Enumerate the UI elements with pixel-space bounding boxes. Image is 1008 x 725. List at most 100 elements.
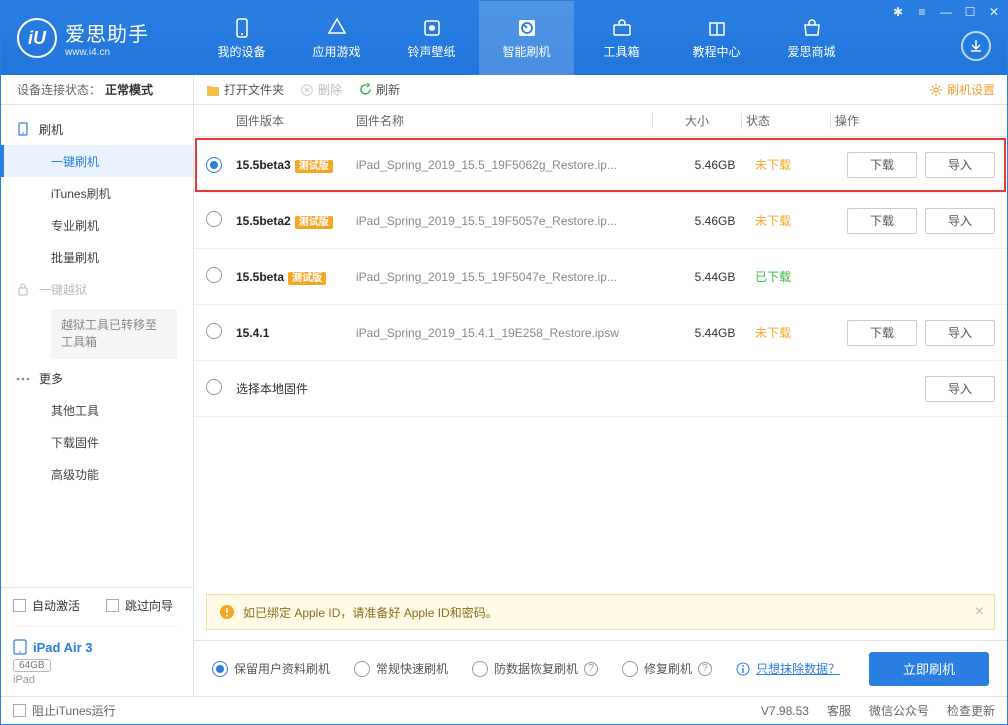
sidebar-item-pro[interactable]: 专业刷机	[1, 209, 193, 241]
more-icon	[15, 371, 31, 387]
import-button[interactable]: 导入	[925, 208, 995, 234]
opt-anti-recovery[interactable]: 防数据恢复刷机 ?	[472, 660, 598, 677]
local-firmware-row[interactable]: 选择本地固件 导入	[194, 361, 1007, 417]
col-name: 固件名称	[356, 112, 648, 129]
tutorials-icon	[706, 17, 728, 39]
opt-repair[interactable]: 修复刷机 ?	[622, 660, 712, 677]
fw-size: 5.46GB	[675, 214, 755, 228]
sidebar-header-more[interactable]: 更多	[1, 363, 193, 395]
opt-normal-radio[interactable]	[354, 661, 370, 677]
nav-tab-apps-games[interactable]: 应用游戏	[289, 1, 384, 75]
help-icon[interactable]: ?	[584, 662, 598, 676]
firmware-row[interactable]: 15.4.1iPad_Spring_2019_15.4.1_19E258_Res…	[194, 305, 1007, 361]
notice-close-button[interactable]: ×	[975, 603, 984, 621]
import-button[interactable]: 导入	[925, 320, 995, 346]
help-icon[interactable]: ?	[698, 662, 712, 676]
block-itunes-checkbox[interactable]	[13, 704, 26, 717]
firmware-row[interactable]: 15.5beta3测试版iPad_Spring_2019_15.5_19F506…	[194, 137, 1007, 193]
sidebar-header-flash[interactable]: 刷机	[1, 113, 193, 145]
fw-size: 5.44GB	[675, 270, 755, 284]
sidebar-item-advanced[interactable]: 高级功能	[1, 459, 193, 491]
fw-status: 未下载	[755, 212, 835, 229]
local-fw-radio[interactable]	[206, 379, 222, 395]
download-manager-button[interactable]	[961, 31, 991, 61]
local-fw-label: 选择本地固件	[236, 380, 835, 397]
sidebar-item-itunes[interactable]: iTunes刷机	[1, 177, 193, 209]
sidebar-item-other-tools[interactable]: 其他工具	[1, 395, 193, 427]
fw-filename: iPad_Spring_2019_15.4.1_19E258_Restore.i…	[356, 326, 675, 340]
col-version: 固件版本	[236, 112, 356, 129]
col-actions: 操作	[835, 112, 995, 129]
beta-badge: 测试版	[295, 216, 333, 229]
fw-status: 已下载	[755, 268, 835, 285]
nav-tab-smart-flash[interactable]: 智能刷机	[479, 1, 574, 75]
skip-guide-checkbox[interactable]	[106, 599, 119, 612]
import-local-button[interactable]: 导入	[925, 376, 995, 402]
nav-tab-toolbox[interactable]: 工具箱	[574, 1, 669, 75]
connection-status: 设备连接状态：正常模式	[1, 75, 193, 105]
folder-icon	[206, 83, 220, 97]
open-folder-button[interactable]: 打开文件夹	[206, 81, 284, 98]
store-icon	[801, 17, 823, 39]
download-button[interactable]: 下载	[847, 320, 917, 346]
firmware-radio[interactable]	[206, 323, 222, 339]
firmware-radio[interactable]	[206, 211, 222, 227]
menu-icon[interactable]: ≡	[915, 5, 929, 19]
opt-anti-radio[interactable]	[472, 661, 488, 677]
nav-tab-ringtones[interactable]: 铃声壁纸	[384, 1, 479, 75]
logo: iU 爱思助手 www.i4.cn	[1, 18, 194, 58]
check-update-link[interactable]: 检查更新	[947, 702, 995, 719]
fw-version: 15.5beta3测试版	[236, 157, 356, 172]
fw-filename: iPad_Spring_2019_15.5_19F5057e_Restore.i…	[356, 214, 675, 228]
erase-only-link[interactable]: 只想抹除数据？	[736, 660, 840, 677]
auto-activate-label: 自动激活	[32, 597, 80, 614]
import-button[interactable]: 导入	[925, 152, 995, 178]
nav-tab-my-device[interactable]: 我的设备	[194, 1, 289, 75]
warning-icon	[219, 604, 235, 620]
gear-icon	[929, 83, 943, 97]
status-bar: 阻止iTunes运行 V7.98.53 客服 微信公众号 检查更新	[1, 696, 1007, 724]
toolbar: 打开文件夹 删除 刷新 刷机设置	[194, 75, 1007, 105]
opt-repair-radio[interactable]	[622, 661, 638, 677]
fw-status: 未下载	[755, 156, 835, 173]
firmware-row[interactable]: 15.5beta2测试版iPad_Spring_2019_15.5_19F505…	[194, 193, 1007, 249]
skip-guide-label: 跳过向导	[125, 597, 173, 614]
close-icon[interactable]: ✕	[987, 5, 1001, 19]
sidebar-item-batch[interactable]: 批量刷机	[1, 241, 193, 273]
maximize-icon[interactable]: ☐	[963, 5, 977, 19]
sidebar: 设备连接状态：正常模式 刷机 一键刷机iTunes刷机专业刷机批量刷机 一键越狱…	[1, 75, 194, 696]
ringtones-icon	[421, 17, 443, 39]
device-name[interactable]: iPad Air 3	[13, 639, 181, 655]
fw-filename: iPad_Spring_2019_15.5_19F5047e_Restore.i…	[356, 270, 675, 284]
refresh-button[interactable]: 刷新	[358, 81, 400, 98]
wechat-link[interactable]: 微信公众号	[869, 702, 929, 719]
skin-icon[interactable]: ✱	[891, 5, 905, 19]
auto-activate-checkbox[interactable]	[13, 599, 26, 612]
support-link[interactable]: 客服	[827, 702, 851, 719]
beta-badge: 测试版	[288, 272, 326, 285]
flash-now-button[interactable]: 立即刷机	[869, 652, 989, 686]
flash-settings-button[interactable]: 刷机设置	[929, 81, 995, 98]
opt-keep-data[interactable]: 保留用户资料刷机	[212, 660, 330, 677]
delete-icon	[300, 83, 314, 97]
opt-keep-data-radio[interactable]	[212, 661, 228, 677]
table-header: 固件版本 固件名称 大小 状态 操作	[194, 105, 1007, 137]
download-button[interactable]: 下载	[847, 152, 917, 178]
nav-tab-tutorials[interactable]: 教程中心	[669, 1, 764, 75]
firmware-row[interactable]: 15.5beta测试版iPad_Spring_2019_15.5_19F5047…	[194, 249, 1007, 305]
fw-size: 5.44GB	[675, 326, 755, 340]
firmware-radio[interactable]	[206, 157, 222, 173]
delete-button[interactable]: 删除	[300, 81, 342, 98]
fw-size: 5.46GB	[675, 158, 755, 172]
download-button[interactable]: 下载	[847, 208, 917, 234]
minimize-icon[interactable]: —	[939, 5, 953, 19]
sidebar-header-jailbreak: 一键越狱	[1, 273, 193, 305]
firmware-radio[interactable]	[206, 267, 222, 283]
sidebar-item-one-key[interactable]: 一键刷机	[1, 145, 193, 177]
nav-tab-store[interactable]: 爱思商城	[764, 1, 859, 75]
sidebar-item-download-fw[interactable]: 下载固件	[1, 427, 193, 459]
fw-filename: iPad_Spring_2019_15.5_19F5062g_Restore.i…	[356, 158, 675, 172]
toolbox-icon	[611, 17, 633, 39]
opt-normal[interactable]: 常规快速刷机	[354, 660, 448, 677]
app-subtitle: www.i4.cn	[65, 47, 149, 58]
